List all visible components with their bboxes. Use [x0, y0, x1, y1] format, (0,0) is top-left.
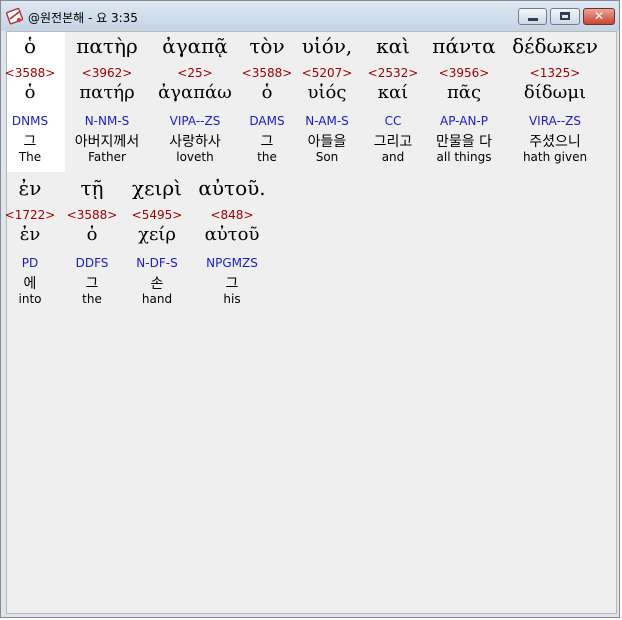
- korean-gloss: 그: [225, 276, 239, 292]
- strong-number[interactable]: <1325>: [495, 66, 615, 80]
- english-gloss: his: [223, 292, 241, 306]
- korean-gloss: 주셨으니: [529, 134, 581, 150]
- maximize-button[interactable]: [550, 8, 580, 25]
- greek-word[interactable]: δέδωκεν: [495, 34, 615, 58]
- maximize-icon: [560, 12, 570, 20]
- minimize-icon: [528, 18, 538, 21]
- bible-app-icon[interactable]: [6, 7, 24, 25]
- title-bar[interactable]: @원전본해 - 요 3:35 ✕: [1, 1, 619, 31]
- parse-code: NPGMZS: [206, 256, 258, 270]
- app-window: @원전본해 - 요 3:35 ✕ ὁ <3588> ὁ DNMS 그 The πατὴρ <3…: [0, 0, 620, 618]
- lemma-word: αὐτοῦ: [204, 224, 260, 245]
- strong-number[interactable]: <848>: [172, 208, 292, 222]
- lemma-word: δίδωμι: [523, 82, 587, 103]
- close-button[interactable]: ✕: [583, 8, 615, 25]
- parse-code: VIRA--ZS: [528, 114, 582, 128]
- window-title: @원전본해 - 요 3:35: [28, 11, 138, 25]
- minimize-button[interactable]: [518, 8, 547, 25]
- english-gloss: hath given: [522, 150, 588, 164]
- greek-word[interactable]: αὐτοῦ.: [172, 176, 292, 200]
- interlinear-panel[interactable]: ὁ <3588> ὁ DNMS 그 The πατὴρ <3962> πατήρ N-NM-S 아버…: [5, 31, 617, 614]
- close-icon: ✕: [593, 9, 605, 23]
